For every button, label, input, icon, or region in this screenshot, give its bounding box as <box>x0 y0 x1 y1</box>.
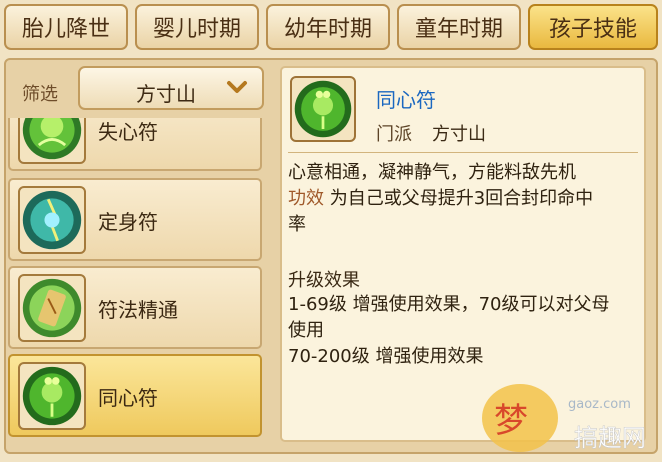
divider <box>288 152 638 153</box>
effect-text: 为自己或父母提升3回合封印命中 <box>324 188 594 209</box>
filter-label: 筛选 <box>22 84 58 105</box>
school-filter-value: 方寸山 <box>136 82 196 106</box>
upgrade-line: 70-200级 增强使用效果 <box>288 346 484 367</box>
skill-item-tongxinfu[interactable]: 同心符 <box>8 354 262 437</box>
school-filter-dropdown[interactable]: 方寸山 <box>78 66 264 110</box>
svg-text:梦: 梦 <box>494 401 528 441</box>
watermark-logo: 梦 gaoz.com 搞趣网 <box>480 374 658 458</box>
upgrade-line: 使用 <box>288 320 324 341</box>
skill-item-dingshenfu[interactable]: 定身符 <box>8 178 262 261</box>
effect-label: 功效 <box>288 188 324 209</box>
skill-name: 定身符 <box>98 210 158 234</box>
tab-fetal-birth[interactable]: 胎儿降世 <box>4 4 128 50</box>
lightning-spirit-icon <box>18 186 86 254</box>
tab-child-skills[interactable]: 孩子技能 <box>528 4 658 50</box>
skill-name: 符法精通 <box>98 298 178 322</box>
tab-early-childhood[interactable]: 幼年时期 <box>266 4 390 50</box>
upgrade-line: 1-69级 增强使用效果，70级可以对父母 <box>288 294 610 315</box>
talisman-scroll-icon <box>18 274 86 342</box>
green-spirit-icon <box>18 118 86 164</box>
upgrade-title: 升级效果 <box>288 270 360 291</box>
clover-spirit-icon <box>290 76 356 142</box>
school-value: 方寸山 <box>432 124 486 145</box>
school-label: 门派 <box>376 124 412 145</box>
skill-item-fufajingtong[interactable]: 符法精通 <box>8 266 262 349</box>
skill-effect: 功效 为自己或父母提升3回合封印命中 <box>288 186 644 212</box>
tab-childhood[interactable]: 童年时期 <box>397 4 521 50</box>
skill-name: 失心符 <box>98 120 158 144</box>
tab-bar: 胎儿降世 婴儿时期 幼年时期 童年时期 孩子技能 <box>4 4 658 52</box>
skill-detail-title: 同心符 <box>376 88 436 112</box>
skill-item-shixinfu[interactable]: 失心符 <box>8 118 262 171</box>
watermark-site: gaoz.com <box>568 397 631 412</box>
clover-spirit-icon <box>18 362 86 430</box>
tab-infancy[interactable]: 婴儿时期 <box>135 4 259 50</box>
skill-description: 心意相通，凝神静气，方能料敌先机 <box>288 162 576 183</box>
skill-list[interactable]: 失心符 定身符 符法精通 同心符 <box>8 118 262 440</box>
watermark-brand: 搞趣网 <box>574 424 646 452</box>
effect-text-continued: 率 <box>288 214 306 235</box>
chevron-down-icon <box>227 81 247 93</box>
skill-name: 同心符 <box>98 386 158 410</box>
